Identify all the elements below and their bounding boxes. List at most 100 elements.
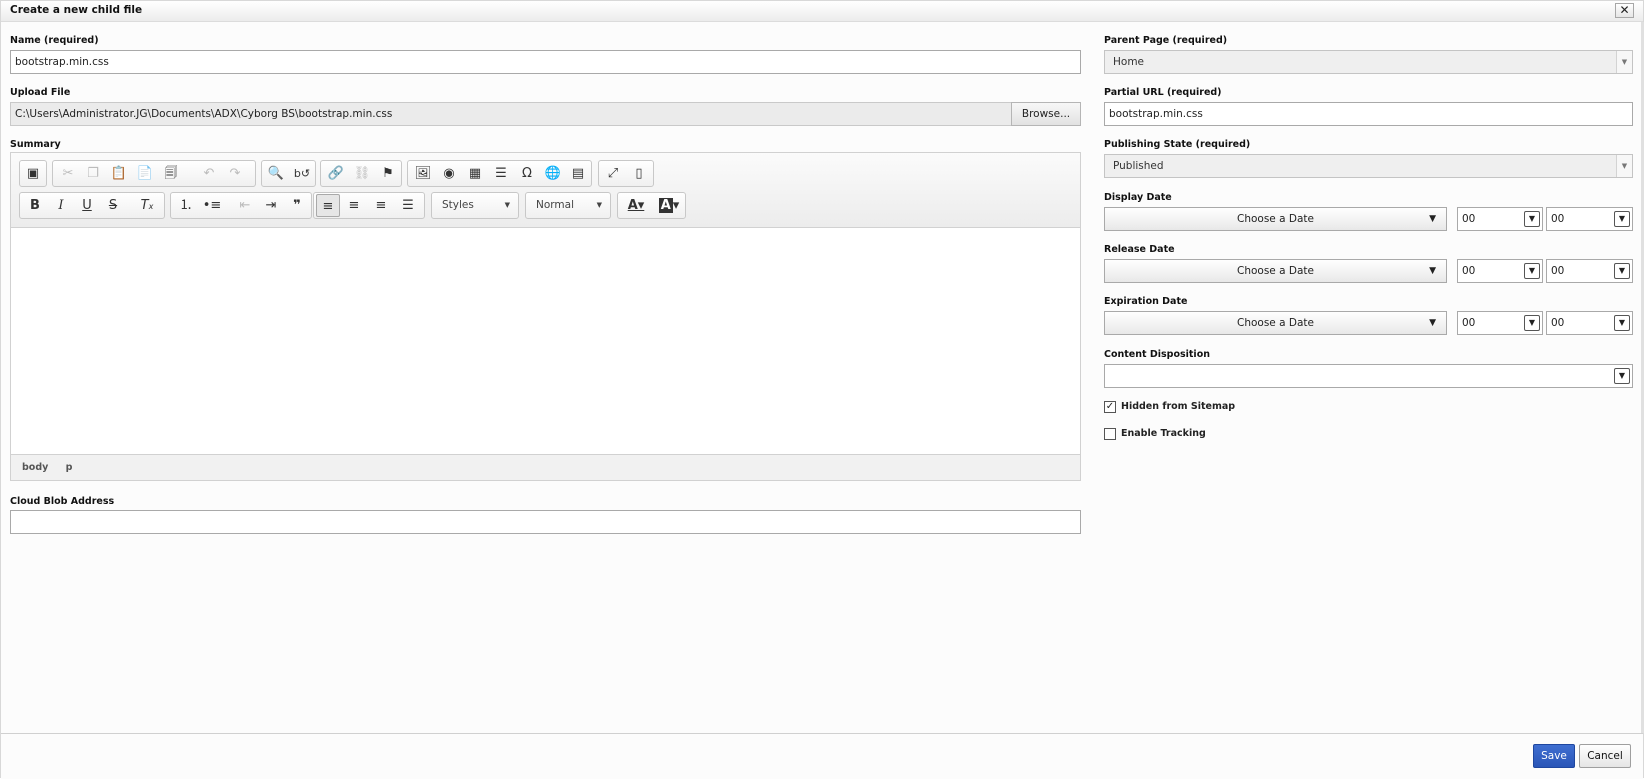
outdent-icon[interactable]: ⇤ bbox=[233, 194, 257, 217]
save-button[interactable]: Save bbox=[1533, 744, 1575, 768]
table-icon[interactable]: ▦ bbox=[463, 162, 487, 185]
underline-icon[interactable]: U bbox=[75, 194, 99, 217]
format-combo[interactable]: Normal ▼ bbox=[525, 192, 611, 219]
enable-tracking-checkbox[interactable] bbox=[1104, 428, 1116, 440]
chevron-down-icon: ▼ bbox=[504, 201, 510, 209]
snippet-icon[interactable]: ▤ bbox=[566, 162, 590, 185]
chevron-down-icon: ▼ bbox=[1524, 315, 1540, 331]
indent-icon[interactable]: ⇥ bbox=[259, 194, 283, 217]
expiration-date-text: Choose a Date bbox=[1237, 317, 1314, 329]
italic-icon[interactable]: I bbox=[49, 194, 73, 217]
chevron-down-icon: ▼ bbox=[1614, 263, 1630, 279]
name-label: Name (required) bbox=[10, 35, 99, 46]
expiration-hour-value: 00 bbox=[1462, 317, 1476, 329]
bulleted-list-icon[interactable]: •≡ bbox=[200, 194, 224, 217]
unlink-icon[interactable]: ⛓ bbox=[350, 162, 374, 185]
enable-tracking-label[interactable]: Enable Tracking bbox=[1121, 428, 1206, 439]
content-disposition-select[interactable]: ▼ bbox=[1104, 364, 1633, 388]
toolbar-group-source: ▣ bbox=[19, 160, 47, 187]
dialog-footer: Save Cancel bbox=[1, 733, 1643, 779]
path-item-body[interactable]: body bbox=[22, 462, 48, 473]
horizontal-line-icon[interactable]: ☰ bbox=[489, 162, 513, 185]
editor-content-area[interactable] bbox=[11, 229, 1080, 455]
chevron-down-icon: ▼ bbox=[1524, 263, 1540, 279]
parent-page-label: Parent Page (required) bbox=[1104, 35, 1228, 46]
display-minute-value: 00 bbox=[1551, 213, 1565, 225]
templates-icon[interactable]: ▣ bbox=[21, 162, 45, 185]
hidden-from-sitemap-checkbox[interactable]: ✓ bbox=[1104, 401, 1116, 413]
show-blocks-icon[interactable]: ▯ bbox=[627, 162, 651, 185]
browse-button[interactable]: Browse... bbox=[1011, 102, 1081, 126]
image-icon[interactable]: 🖼 bbox=[411, 162, 435, 185]
chevron-down-icon: ▼ bbox=[1616, 51, 1632, 73]
numbered-list-icon[interactable]: ⒈ bbox=[174, 194, 198, 217]
blockquote-icon[interactable]: ❞ bbox=[285, 194, 309, 217]
find-icon[interactable]: 🔍 bbox=[264, 162, 288, 185]
caret-down-icon: ▼ bbox=[1429, 266, 1436, 276]
background-color-icon[interactable]: A ▾ bbox=[654, 194, 684, 217]
release-hour-value: 00 bbox=[1462, 265, 1476, 277]
release-minute-value: 00 bbox=[1551, 265, 1565, 277]
release-hour-select[interactable]: 00 ▼ bbox=[1457, 259, 1543, 283]
cancel-button[interactable]: Cancel bbox=[1579, 744, 1631, 768]
chevron-down-icon: ▼ bbox=[1616, 155, 1632, 177]
replace-icon[interactable]: b↺ bbox=[290, 162, 314, 185]
cloud-blob-label: Cloud Blob Address bbox=[10, 496, 115, 507]
align-right-icon[interactable]: ≡ bbox=[369, 194, 393, 217]
expiration-hour-select[interactable]: 00 ▼ bbox=[1457, 311, 1543, 335]
display-hour-value: 00 bbox=[1462, 213, 1476, 225]
close-button[interactable]: ✕ bbox=[1615, 3, 1634, 18]
format-combo-label: Normal bbox=[536, 199, 574, 211]
align-center-icon[interactable]: ≡ bbox=[342, 194, 366, 217]
redo-icon[interactable]: ↷ bbox=[223, 162, 247, 185]
expiration-minute-select[interactable]: 00 ▼ bbox=[1546, 311, 1633, 335]
summary-label: Summary bbox=[10, 139, 61, 150]
toolbar-group-basicstyles: B I U S Tx bbox=[19, 192, 165, 219]
cloud-blob-input[interactable] bbox=[10, 510, 1081, 534]
cut-icon[interactable]: ✂ bbox=[56, 162, 80, 185]
paste-icon[interactable]: 📋 bbox=[107, 162, 131, 185]
strike-icon[interactable]: S bbox=[101, 194, 125, 217]
flash-icon[interactable]: ◉ bbox=[437, 162, 461, 185]
rich-text-editor: ▣ ✂ ❐ 📋 📄 🗐 ↶ ↷ 🔍 b↺ 🔗 ⛓ ⚑ 🖼 ◉ ▦ ☰ Ω 🌐 ▤… bbox=[10, 152, 1081, 481]
text-color-icon[interactable]: A▾ bbox=[621, 194, 651, 217]
align-left-icon[interactable]: ≡ bbox=[316, 194, 340, 217]
partial-url-input[interactable]: bootstrap.min.css bbox=[1104, 102, 1633, 126]
maximize-icon[interactable]: ⤢ bbox=[601, 162, 625, 185]
upload-file-path: C:\Users\Administrator.JG\Documents\ADX\… bbox=[10, 102, 1012, 126]
display-minute-select[interactable]: 00 ▼ bbox=[1546, 207, 1633, 231]
hidden-from-sitemap-label[interactable]: Hidden from Sitemap bbox=[1121, 401, 1235, 412]
undo-icon[interactable]: ↶ bbox=[197, 162, 221, 185]
expiration-date-picker[interactable]: Choose a Date ▼ bbox=[1104, 311, 1447, 335]
special-char-icon[interactable]: Ω bbox=[515, 162, 539, 185]
link-icon[interactable]: 🔗 bbox=[324, 162, 348, 185]
bold-icon[interactable]: B bbox=[23, 194, 47, 217]
release-date-picker[interactable]: Choose a Date ▼ bbox=[1104, 259, 1447, 283]
content-disposition-label: Content Disposition bbox=[1104, 349, 1210, 360]
justify-icon[interactable]: ☰ bbox=[396, 194, 420, 217]
paste-text-icon[interactable]: 📄 bbox=[133, 162, 157, 185]
expiration-date-label: Expiration Date bbox=[1104, 296, 1188, 307]
copy-icon[interactable]: ❐ bbox=[81, 162, 105, 185]
release-minute-select[interactable]: 00 ▼ bbox=[1546, 259, 1633, 283]
caret-down-icon: ▼ bbox=[1429, 214, 1436, 224]
display-date-picker[interactable]: Choose a Date ▼ bbox=[1104, 207, 1447, 231]
publishing-state-label: Publishing State (required) bbox=[1104, 139, 1251, 150]
styles-combo[interactable]: Styles ▼ bbox=[431, 192, 519, 219]
title-bar: Create a new child file ✕ bbox=[1, 1, 1643, 22]
toolbar-group-insert: 🖼 ◉ ▦ ☰ Ω 🌐 ▤ bbox=[407, 160, 592, 187]
styles-combo-label: Styles bbox=[442, 199, 474, 211]
close-icon: ✕ bbox=[1619, 3, 1630, 17]
paste-word-icon[interactable]: 🗐 bbox=[159, 162, 183, 185]
toolbar-group-align: ≡ ≡ ≡ ☰ bbox=[313, 192, 425, 219]
checkmark-icon: ✓ bbox=[1105, 401, 1115, 412]
display-hour-select[interactable]: 00 ▼ bbox=[1457, 207, 1543, 231]
remove-format-icon[interactable]: Tx bbox=[135, 194, 159, 217]
parent-page-select[interactable]: Home ▼ bbox=[1104, 50, 1633, 74]
path-item-p[interactable]: p bbox=[66, 462, 73, 473]
publishing-state-select[interactable]: Published ▼ bbox=[1104, 154, 1633, 178]
name-input[interactable]: bootstrap.min.css bbox=[10, 50, 1081, 74]
iframe-icon[interactable]: 🌐 bbox=[541, 162, 565, 185]
toolbar-group-links: 🔗 ⛓ ⚑ bbox=[320, 160, 402, 187]
anchor-icon[interactable]: ⚑ bbox=[376, 162, 400, 185]
